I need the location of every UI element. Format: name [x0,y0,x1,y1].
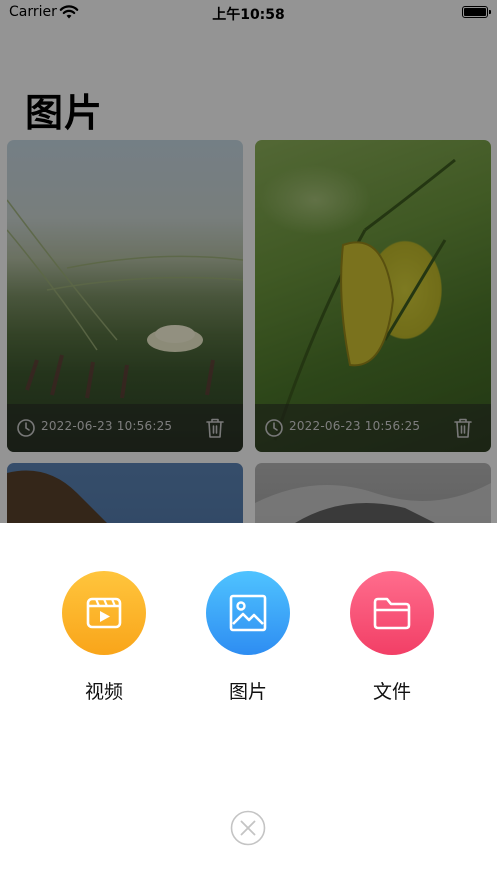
image-action-button[interactable] [206,571,290,655]
video-icon [86,597,122,629]
file-action-button[interactable] [350,571,434,655]
file-action-label: 文件 [372,681,411,703]
image-action-label: 图片 [228,681,267,703]
video-action[interactable]: 视频 [59,571,149,704]
modal-backdrop[interactable] [0,0,497,523]
video-action-button[interactable] [62,571,146,655]
file-action[interactable]: 文件 [347,571,437,704]
image-action[interactable]: 图片 [203,571,293,704]
upload-action-sheet: 视频 图片 文件 [0,523,497,883]
image-icon [229,594,267,632]
folder-icon [373,597,411,630]
video-action-label: 视频 [84,681,123,703]
close-circle-icon[interactable] [230,810,266,846]
